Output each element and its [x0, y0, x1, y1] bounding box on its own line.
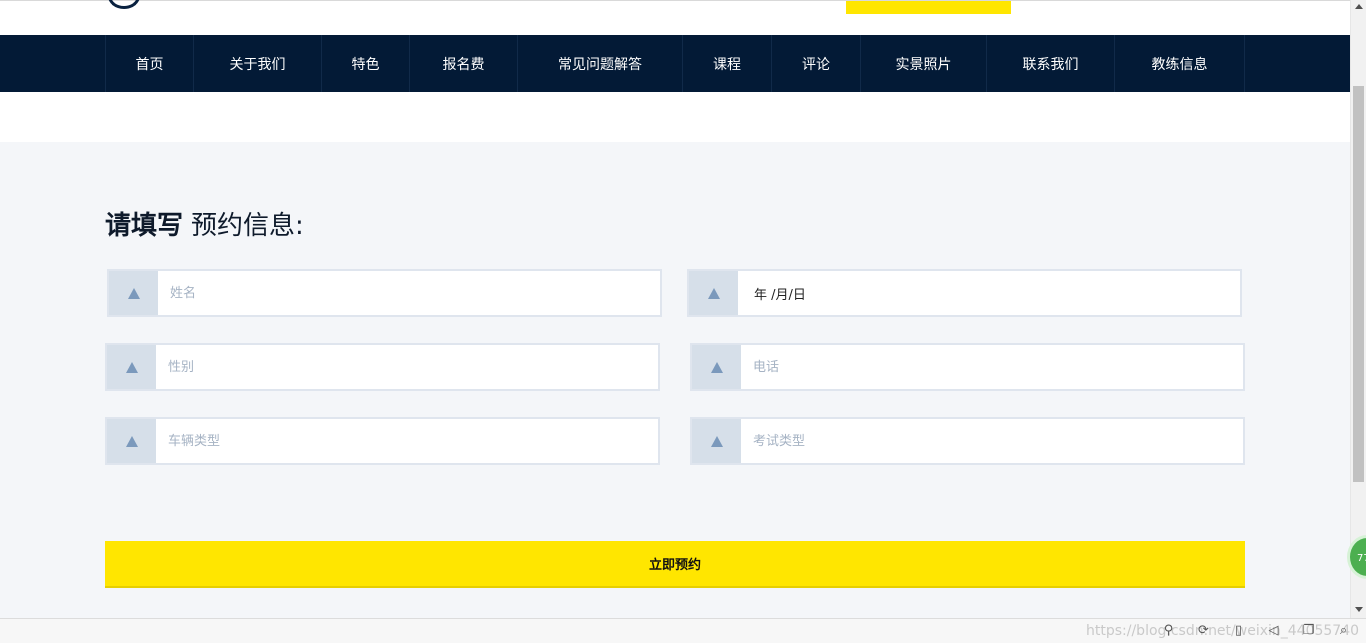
logo-icon[interactable]: [108, 0, 140, 9]
nav-item-coaches[interactable]: 教练信息: [1115, 35, 1245, 92]
nav-item-contact[interactable]: 联系我们: [987, 35, 1115, 92]
nav-item-reviews[interactable]: 评论: [772, 35, 861, 92]
main-nav: 首页 关于我们 特色 报名费 常见问题解答 课程 评论 实景照片 联系我们 教练…: [0, 35, 1350, 92]
share-icon[interactable]: ⟳: [1195, 623, 1212, 638]
triangle-icon: [125, 361, 138, 373]
field-icon-box: [692, 419, 741, 463]
book-now-button[interactable]: 立即预约: [105, 541, 1245, 588]
vehicle-type-input[interactable]: [156, 419, 658, 463]
nav-item-fees[interactable]: 报名费: [410, 35, 518, 92]
header-top: [0, 0, 1350, 35]
scroll-up-arrow-icon[interactable]: [1355, 4, 1363, 9]
triangle-icon: [707, 287, 720, 299]
field-icon-box: [689, 271, 738, 315]
header-cta-button[interactable]: [846, 1, 1011, 14]
date-input[interactable]: 年 /月/日: [738, 271, 1240, 315]
field-icon-box: [107, 345, 156, 389]
phone-field: [690, 343, 1245, 391]
exam-type-input[interactable]: [741, 419, 1243, 463]
scroll-down-arrow-icon[interactable]: [1355, 607, 1363, 612]
vehicle-type-field: [105, 417, 660, 465]
nav-item-courses[interactable]: 课程: [683, 35, 772, 92]
speaker-icon[interactable]: ◁: [1265, 623, 1282, 638]
triangle-icon: [127, 287, 140, 299]
window-icon[interactable]: ❐: [1300, 623, 1317, 638]
field-icon-box: [692, 345, 741, 389]
nav-item-faq[interactable]: 常见问题解答: [518, 35, 683, 92]
nav-item-home[interactable]: 首页: [106, 35, 194, 92]
search-icon[interactable]: ⌕: [1335, 623, 1352, 638]
heading-light: 预约信息:: [191, 211, 304, 241]
form-heading: 请填写 预约信息:: [105, 205, 304, 242]
nav-item-photos[interactable]: 实景照片: [861, 35, 987, 92]
gender-input[interactable]: [156, 345, 658, 389]
vertical-scrollbar[interactable]: [1350, 0, 1366, 618]
pin-icon[interactable]: ⚲: [1160, 623, 1177, 638]
trash-icon[interactable]: ▯: [1230, 623, 1247, 638]
scrollbar-thumb[interactable]: [1353, 86, 1364, 482]
status-bar-icons: ⚲ ⟳ ▯ ◁ ❐ ⌕: [1160, 623, 1352, 638]
nav-item-about[interactable]: 关于我们: [194, 35, 322, 92]
heading-bold: 请填写: [105, 211, 184, 241]
date-field: 年 /月/日: [687, 269, 1242, 317]
triangle-icon: [125, 435, 138, 447]
nav-list: 首页 关于我们 特色 报名费 常见问题解答 课程 评论 实景照片 联系我们 教练…: [105, 35, 1245, 92]
page-viewport: 首页 关于我们 特色 报名费 常见问题解答 课程 评论 实景照片 联系我们 教练…: [0, 0, 1350, 618]
phone-input[interactable]: [741, 345, 1243, 389]
name-input[interactable]: [158, 271, 660, 315]
triangle-icon: [710, 361, 723, 373]
name-field: [107, 269, 662, 317]
exam-type-field: [690, 417, 1245, 465]
triangle-icon: [710, 435, 723, 447]
nav-item-features[interactable]: 特色: [322, 35, 410, 92]
field-icon-box: [107, 419, 156, 463]
field-icon-box: [109, 271, 158, 315]
booking-section: 请填写预约信息: 年 /月/日 立即预约: [0, 142, 1350, 618]
status-bar: https://blog.csdn.net/weixin_44055740 ⚲ …: [0, 618, 1366, 643]
gender-field: [105, 343, 660, 391]
